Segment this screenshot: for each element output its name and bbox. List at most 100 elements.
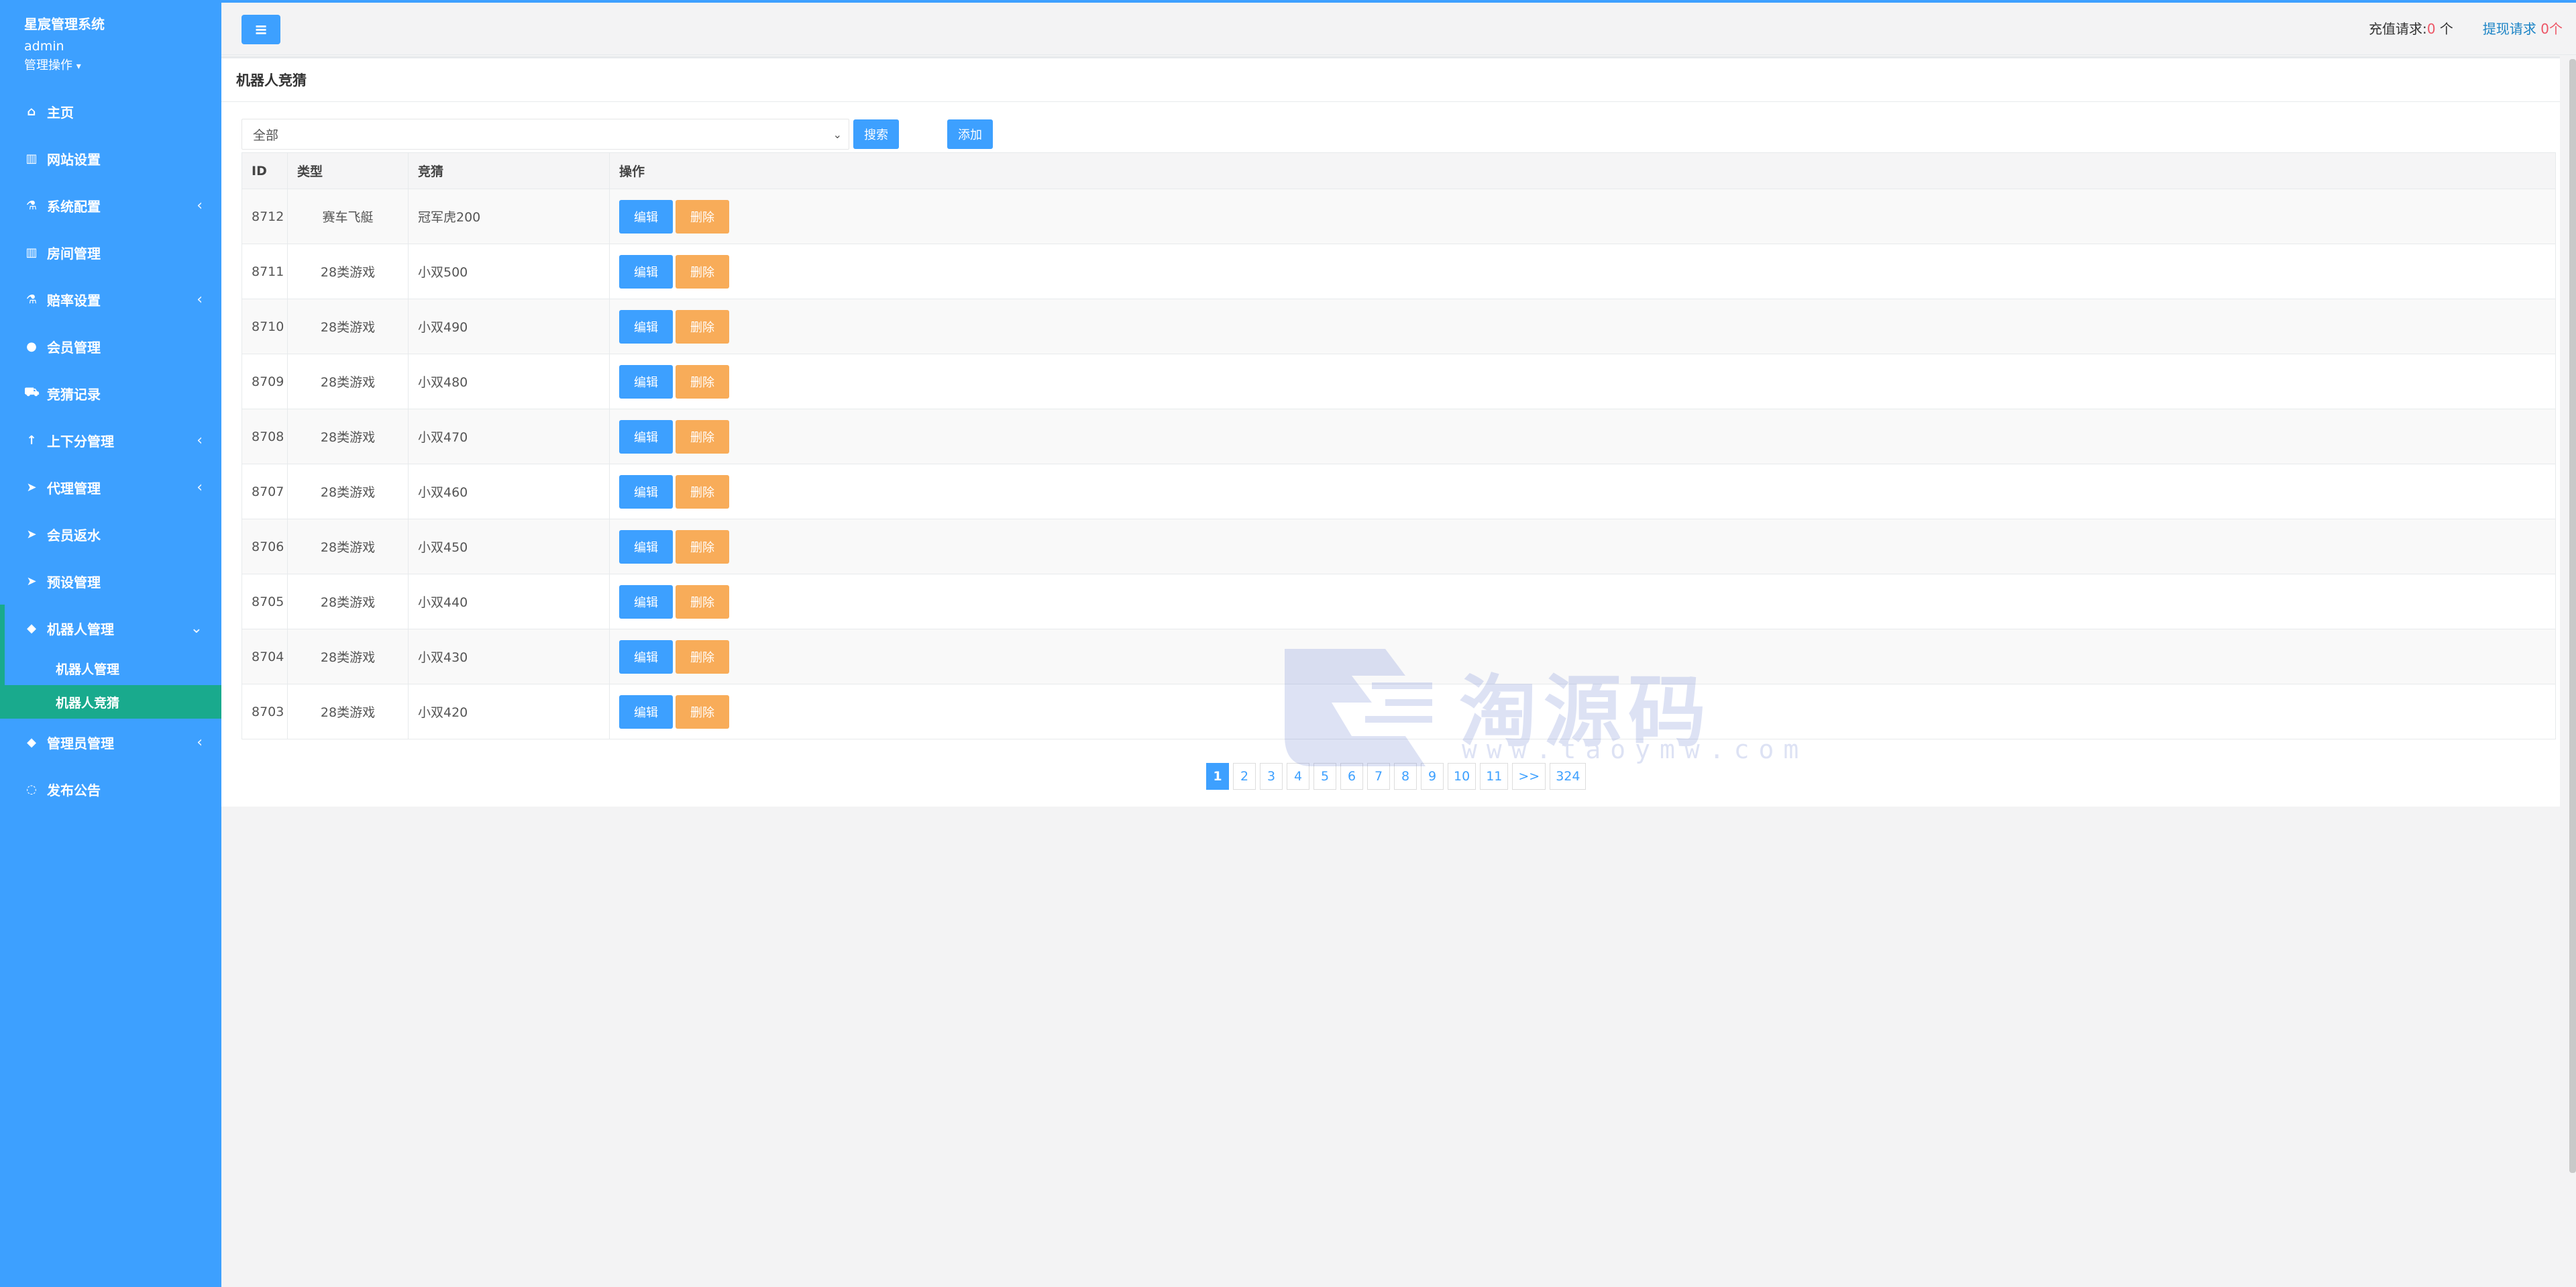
- sidebar-item-label: 管理员管理: [47, 735, 114, 752]
- page-link[interactable]: 1: [1206, 763, 1229, 790]
- type-filter-select[interactable]: 全部 ⌄: [241, 119, 849, 150]
- cell-actions: 编辑 删除: [609, 574, 2556, 629]
- delete-button[interactable]: 删除: [676, 694, 729, 729]
- sidebar-nav-bottom: ◆ 管理员管理 ‹ ◌ 发布公告: [0, 719, 221, 813]
- withdraw-requests[interactable]: 提现请求 0个: [2483, 19, 2563, 39]
- robot-guess-panel: 机器人竞猜 全部 ⌄ 搜索 添加 ID 类型 竞猜 操作 8712 赛车飞艇 冠军虎…: [221, 56, 2560, 807]
- cell-type: 28类游戏: [287, 519, 409, 574]
- cell-type: 赛车飞艇: [287, 189, 409, 244]
- admin-ops-label: 管理操作: [24, 58, 72, 72]
- cell-guess: 小双430: [408, 629, 610, 684]
- sidebar: 星宸管理系统 admin 管理操作 ▾ ⌂ 主页 ▥ 网站设置 ⚗ 系统配置 ‹ ▥ 房间管理 ⚗…: [0, 0, 221, 1287]
- sidebar-item-3[interactable]: ▥ 房间管理: [0, 229, 221, 276]
- admin-ops-dropdown[interactable]: 管理操作 ▾: [24, 58, 197, 74]
- request-counters: 充值请求:0 个 提现请求 0个: [2369, 19, 2563, 39]
- sidebar-item-0[interactable]: ◆ 管理员管理 ‹: [0, 719, 221, 766]
- subnav-item-robot-guess[interactable]: 机器人竞猜: [5, 685, 221, 719]
- column-header-type: 类型: [287, 152, 409, 189]
- robot-group: ◆ 机器人管理 ⌄ 机器人管理 机器人竞猜: [0, 605, 221, 719]
- sidebar-item-label: 赔率设置: [47, 292, 101, 309]
- cell-type: 28类游戏: [287, 464, 409, 519]
- page-link[interactable]: >>: [1512, 763, 1546, 790]
- sidebar-item-1[interactable]: ◌ 发布公告: [0, 766, 221, 813]
- edit-button[interactable]: 编辑: [619, 254, 673, 289]
- edit-button[interactable]: 编辑: [619, 364, 673, 399]
- recharge-requests[interactable]: 充值请求:0 个: [2369, 19, 2453, 39]
- columns-icon: ▥: [25, 151, 38, 166]
- delete-button[interactable]: 删除: [676, 419, 729, 454]
- edit-button[interactable]: 编辑: [619, 199, 673, 234]
- cell-id: 8711: [241, 244, 288, 299]
- paper-plane-icon: ➤: [26, 574, 37, 588]
- cell-type: 28类游戏: [287, 354, 409, 409]
- cell-type: 28类游戏: [287, 244, 409, 299]
- cell-id: 8709: [241, 354, 288, 409]
- delete-button[interactable]: 删除: [676, 529, 729, 564]
- sidebar-item-1[interactable]: ▥ 网站设置: [0, 135, 221, 182]
- sidebar-item-8[interactable]: ➤ 代理管理 ‹: [0, 464, 221, 511]
- cell-guess: 小双500: [408, 244, 610, 299]
- edit-button[interactable]: 编辑: [619, 694, 673, 729]
- page-link[interactable]: 8: [1394, 763, 1417, 790]
- delete-button[interactable]: 删除: [676, 199, 729, 234]
- column-header-actions: 操作: [609, 152, 2556, 189]
- edit-button[interactable]: 编辑: [619, 309, 673, 344]
- scrollbar[interactable]: [2569, 59, 2576, 1173]
- delete-button[interactable]: 删除: [676, 254, 729, 289]
- sidebar-item-label: 会员返水: [47, 527, 101, 544]
- page-link[interactable]: 324: [1550, 763, 1587, 790]
- chevron-down-icon: ⌄: [190, 619, 203, 637]
- sidebar-item-6[interactable]: ⛟ 竞猜记录: [0, 370, 221, 417]
- chevron-left-icon: ‹: [197, 291, 203, 308]
- cell-actions: 编辑 删除: [609, 409, 2556, 464]
- add-button[interactable]: 添加: [947, 119, 993, 149]
- delete-button[interactable]: 删除: [676, 474, 729, 509]
- car-icon: ⛟: [24, 385, 40, 399]
- robot-guess-table: ID 类型 竞猜 操作 8712 赛车飞艇 冠军虎200 编辑 删除 8711 28类游戏小…: [241, 152, 2556, 739]
- sidebar-item-robot-management[interactable]: ◆ 机器人管理 ⌄: [0, 605, 221, 652]
- edit-button[interactable]: 编辑: [619, 529, 673, 564]
- cell-id: 8708: [241, 409, 288, 464]
- table-header-row: ID 类型 竞猜 操作: [241, 152, 2556, 189]
- username: admin: [24, 39, 64, 54]
- delete-button[interactable]: 删除: [676, 364, 729, 399]
- sidebar-item-4[interactable]: ⚗ 赔率设置 ‹: [0, 276, 221, 323]
- cell-guess: 小双480: [408, 354, 610, 409]
- sidebar-item-2[interactable]: ⚗ 系统配置 ‹: [0, 182, 221, 229]
- menu-toggle-button[interactable]: ≡: [241, 15, 280, 44]
- edit-button[interactable]: 编辑: [619, 474, 673, 509]
- page-link[interactable]: 6: [1340, 763, 1363, 790]
- delete-button[interactable]: 删除: [676, 309, 729, 344]
- page-link[interactable]: 4: [1287, 763, 1309, 790]
- cell-guess: 小双440: [408, 574, 610, 629]
- cell-type: 28类游戏: [287, 299, 409, 354]
- edit-button[interactable]: 编辑: [619, 639, 673, 674]
- sidebar-item-10[interactable]: ➤ 预设管理: [0, 558, 221, 605]
- edit-button[interactable]: 编辑: [619, 584, 673, 619]
- page-link[interactable]: 2: [1233, 763, 1256, 790]
- sidebar-item-9[interactable]: ➤ 会员返水: [0, 511, 221, 558]
- sidebar-item-5[interactable]: ● 会员管理: [0, 323, 221, 370]
- page-link[interactable]: 11: [1480, 763, 1509, 790]
- sidebar-item-0[interactable]: ⌂ 主页: [0, 88, 221, 135]
- page-link[interactable]: 7: [1367, 763, 1390, 790]
- sidebar-item-label: 主页: [47, 104, 74, 121]
- table-row: 8704 28类游戏 小双430 编辑 删除: [241, 629, 2556, 684]
- cell-guess: 小双450: [408, 519, 610, 574]
- page-link[interactable]: 10: [1448, 763, 1477, 790]
- sidebar-item-label: 预设管理: [47, 574, 101, 590]
- delete-button[interactable]: 删除: [676, 639, 729, 674]
- cell-id: 8705: [241, 574, 288, 629]
- page-link[interactable]: 5: [1313, 763, 1336, 790]
- page-link[interactable]: 3: [1260, 763, 1283, 790]
- table-row: 8707 28类游戏 小双460 编辑 删除: [241, 464, 2556, 519]
- column-header-id: ID: [241, 152, 288, 189]
- delete-button[interactable]: 删除: [676, 584, 729, 619]
- sidebar-item-7[interactable]: ↑ 上下分管理 ‹: [0, 417, 221, 464]
- cell-actions: 编辑 删除: [609, 519, 2556, 574]
- chevron-left-icon: ‹: [197, 197, 203, 214]
- subnav-item-robot-management[interactable]: 机器人管理: [5, 652, 221, 685]
- page-link[interactable]: 9: [1421, 763, 1444, 790]
- edit-button[interactable]: 编辑: [619, 419, 673, 454]
- search-button[interactable]: 搜索: [853, 119, 899, 149]
